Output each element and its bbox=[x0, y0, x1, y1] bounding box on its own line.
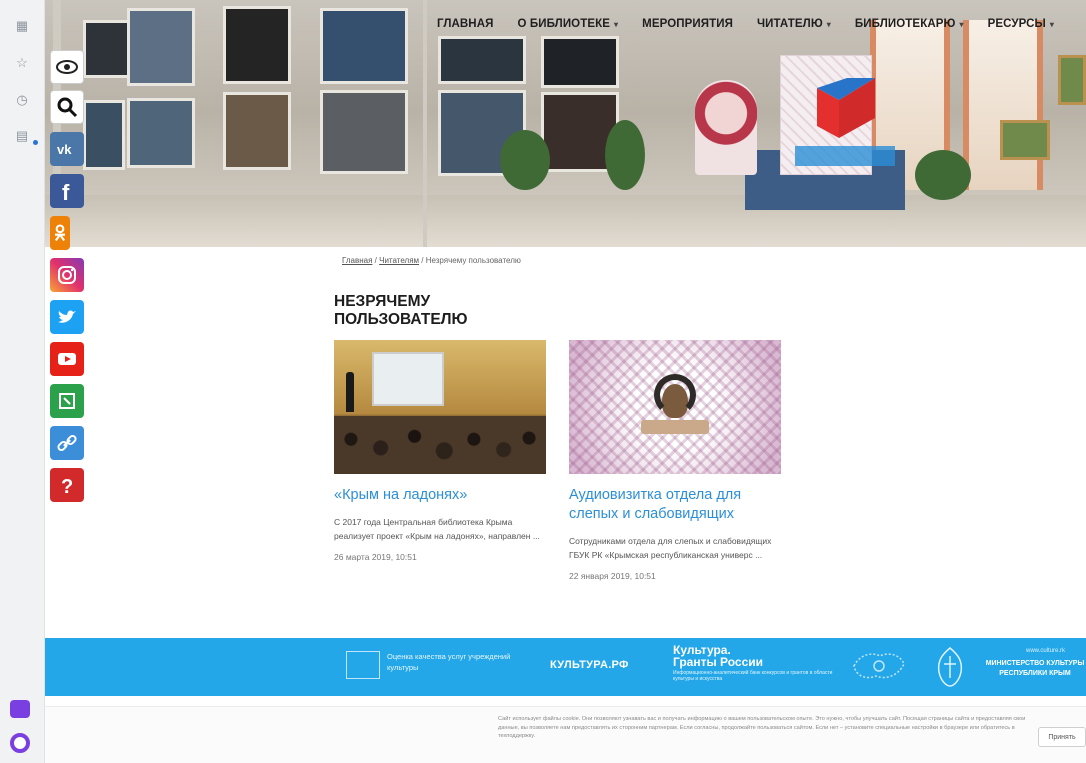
hero-photo bbox=[320, 8, 408, 84]
nav-label: О БИБЛИОТЕКЕ bbox=[517, 18, 611, 30]
breadcrumb: Главная / Читателям / Незрячему пользова… bbox=[342, 256, 521, 265]
hero-painting bbox=[1000, 120, 1050, 160]
audience bbox=[334, 416, 546, 474]
hero-floor bbox=[45, 195, 1086, 247]
nav-label: РЕСУРСЫ bbox=[987, 18, 1046, 30]
news-card-date: 22 января 2019, 10:51 bbox=[569, 571, 656, 581]
hero-plant bbox=[605, 120, 645, 190]
youtube-icon[interactable] bbox=[50, 342, 84, 376]
grants-subtitle: Информационно-аналитический банк конкурс… bbox=[673, 670, 833, 682]
nav-item-resources[interactable]: РЕСУРСЫ ▾ bbox=[976, 10, 1066, 38]
hero-photo bbox=[127, 98, 195, 168]
crimea-map-icon[interactable] bbox=[850, 646, 908, 686]
help-icon[interactable]: ? bbox=[50, 468, 84, 502]
quality-rating-icon[interactable] bbox=[346, 651, 380, 679]
hero-photo bbox=[320, 90, 408, 174]
cookie-banner: Сайт использует файлы cookie. Они позвол… bbox=[45, 706, 1086, 763]
chevron-down-icon: ▾ bbox=[959, 19, 964, 29]
odnoklassniki-icon[interactable] bbox=[50, 216, 70, 250]
main-navigation: ГЛАВНАЯ О БИБЛИОТЕКЕ ▾ МЕРОПРИЯТИЯ ЧИТАТЕ… bbox=[425, 10, 1066, 38]
link-icon[interactable] bbox=[50, 426, 84, 460]
hero-photo bbox=[83, 100, 125, 170]
hero-photo bbox=[127, 8, 195, 86]
library-emblem-logo bbox=[695, 80, 757, 175]
hero-plant bbox=[915, 150, 971, 200]
hero-photo bbox=[83, 20, 131, 78]
nav-item-about[interactable]: О БИБЛИОТЕКЕ ▾ bbox=[506, 10, 631, 38]
breadcrumb-current: Незрячему пользователю bbox=[425, 256, 521, 265]
news-card-excerpt: С 2017 года Центральная библиотека Крыма… bbox=[334, 517, 540, 541]
news-card-excerpt: Сотрудниками отдела для слепых и слабови… bbox=[569, 536, 772, 560]
ministry-logo bbox=[817, 78, 875, 138]
nav-label: МЕРОПРИЯТИЯ bbox=[642, 18, 733, 30]
assistant-icon[interactable] bbox=[10, 733, 30, 753]
news-card-image[interactable] bbox=[334, 340, 546, 474]
hero-photo bbox=[541, 36, 619, 88]
news-card: «Крым на ладонях» С 2017 года Центральна… bbox=[334, 340, 546, 562]
vk-icon[interactable]: vk bbox=[50, 132, 84, 166]
quality-rating-link[interactable]: Оценка качества услуг учреждений культур… bbox=[387, 651, 527, 673]
svg-text:?: ? bbox=[61, 476, 73, 497]
page-title: НЕЗРЯЧЕМУ ПОЛЬЗОВАТЕЛЮ bbox=[334, 293, 468, 328]
facebook-icon[interactable]: f bbox=[50, 174, 84, 208]
hero-logo-caption bbox=[795, 146, 895, 166]
hero-banner: ГЛАВНАЯ О БИБЛИОТЕКЕ ▾ МЕРОПРИЯТИЯ ЧИТАТЕ… bbox=[45, 0, 1086, 247]
nav-item-librarians[interactable]: БИБЛИОТЕКАРЮ ▾ bbox=[843, 10, 976, 38]
kultura-rf-link[interactable]: КУЛЬТУРА.РФ bbox=[550, 659, 629, 671]
notes-icon[interactable]: ▤ bbox=[14, 128, 30, 144]
history-clock-icon[interactable]: ◷ bbox=[14, 92, 30, 108]
nav-item-readers[interactable]: ЧИТАТЕЛЮ ▾ bbox=[745, 10, 843, 38]
book-icon bbox=[641, 420, 709, 434]
nav-item-home[interactable]: ГЛАВНАЯ bbox=[425, 10, 506, 38]
liveinternet-icon[interactable] bbox=[50, 384, 84, 418]
breadcrumb-category-link[interactable]: Читателям bbox=[379, 256, 419, 265]
hero-photo bbox=[438, 36, 526, 84]
nav-item-events[interactable]: МЕРОПРИЯТИЯ bbox=[630, 10, 745, 38]
search-icon[interactable] bbox=[50, 90, 84, 124]
breadcrumb-home-link[interactable]: Главная bbox=[342, 256, 372, 265]
twitter-icon[interactable] bbox=[50, 300, 84, 334]
panels-icon[interactable]: ▦ bbox=[14, 18, 30, 34]
chevron-down-icon: ▾ bbox=[1049, 19, 1055, 29]
chevron-down-icon: ▾ bbox=[614, 19, 619, 29]
hero-photo bbox=[223, 92, 291, 170]
cookie-accept-button[interactable]: Принять bbox=[1038, 727, 1086, 747]
extension-icon[interactable] bbox=[10, 700, 30, 718]
nav-label: ЧИТАТЕЛЮ bbox=[756, 18, 823, 30]
projector-screen bbox=[372, 352, 444, 406]
partner-links-band: Оценка качества услуг учреждений культур… bbox=[45, 638, 1086, 696]
instagram-icon[interactable] bbox=[50, 258, 84, 292]
nav-label: ГЛАВНАЯ bbox=[437, 18, 494, 30]
nav-label: БИБЛИОТЕКАРЮ bbox=[854, 18, 956, 30]
hero-window bbox=[963, 20, 1043, 190]
hero-painting bbox=[1058, 55, 1086, 105]
ornament-illustration bbox=[569, 340, 781, 474]
news-card: Аудиовизитка отдела для слепых и слабови… bbox=[569, 340, 781, 581]
ministry-site-url[interactable]: www.culture.rk bbox=[1005, 648, 1086, 654]
accessibility-eye-icon[interactable] bbox=[50, 50, 84, 84]
bookmarks-star-icon[interactable]: ☆ bbox=[14, 55, 30, 71]
lecture-hall-photo bbox=[334, 340, 546, 474]
notification-dot bbox=[33, 140, 38, 145]
breadcrumb-separator: / bbox=[419, 256, 426, 265]
news-card-title[interactable]: Аудиовизитка отдела для слепых и слабови… bbox=[569, 486, 781, 524]
grants-title-line: Гранты России bbox=[673, 655, 764, 669]
crimea-emblem-icon bbox=[937, 647, 963, 687]
news-card-date: 26 марта 2019, 10:51 bbox=[334, 552, 417, 562]
browser-sidebar: ▦ ☆ ◷ ▤ bbox=[0, 0, 45, 763]
speaker-figure bbox=[346, 372, 354, 412]
hero-plant bbox=[500, 130, 550, 190]
grants-link[interactable]: Культура. Гранты России bbox=[673, 644, 763, 668]
svg-text:f: f bbox=[62, 180, 70, 203]
cookie-text: Сайт использует файлы cookie. Они позвол… bbox=[498, 716, 1026, 739]
chevron-down-icon: ▾ bbox=[826, 19, 831, 29]
news-card-image[interactable] bbox=[569, 340, 781, 474]
svg-text:vk: vk bbox=[57, 142, 72, 157]
ministry-link[interactable]: МИНИСТЕРСТВО КУЛЬТУРЫ РЕСПУБЛИКИ КРЫМ bbox=[980, 659, 1086, 679]
hero-photo bbox=[223, 6, 291, 84]
news-card-title[interactable]: «Крым на ладонях» bbox=[334, 486, 546, 505]
headphones-icon bbox=[654, 374, 696, 416]
